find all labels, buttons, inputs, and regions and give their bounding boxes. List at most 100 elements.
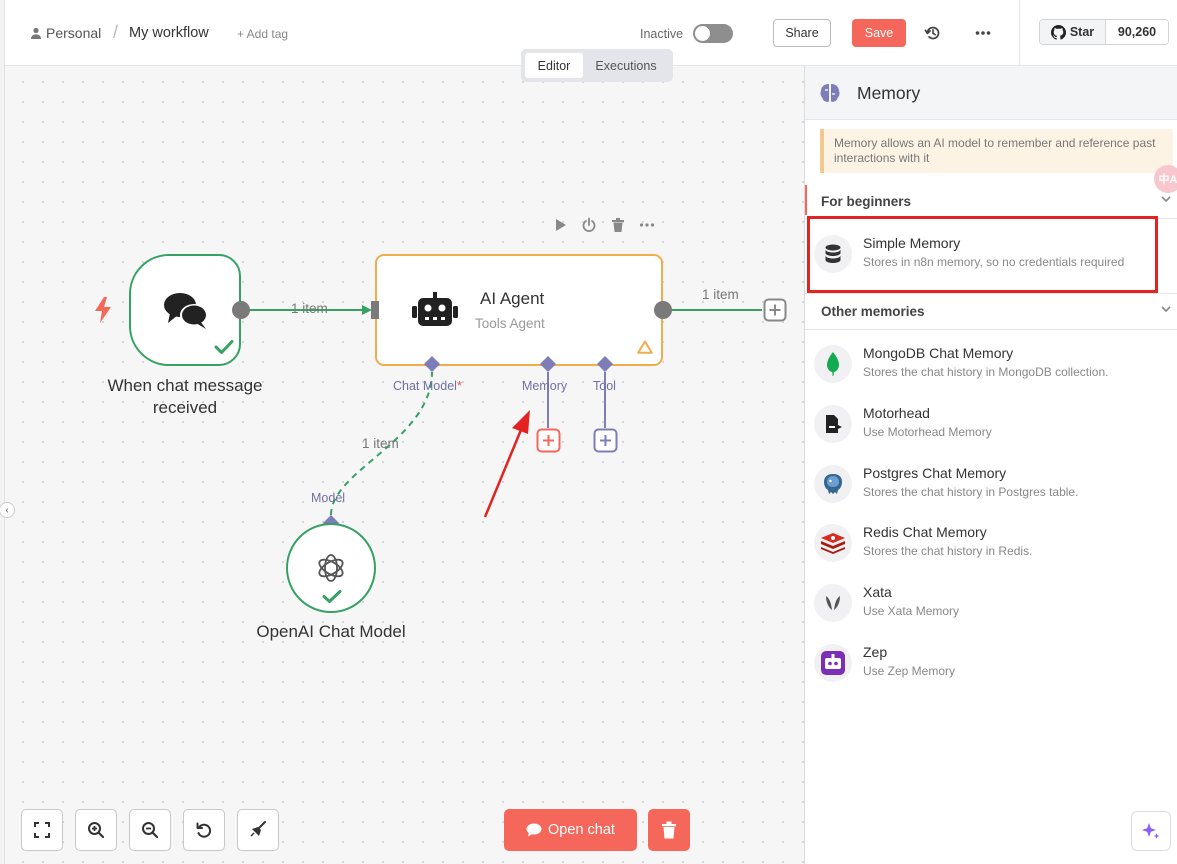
agent-title: AI Agent xyxy=(480,289,545,308)
github-star-group[interactable]: Star 90,260 xyxy=(1039,19,1169,45)
connections-layer xyxy=(241,305,762,518)
power-icon[interactable] xyxy=(581,217,597,233)
annotation-highlight-box xyxy=(807,216,1158,293)
editor-tabs: Editor Executions xyxy=(521,49,673,82)
open-chat-label: Open chat xyxy=(548,822,615,838)
more-options-icon[interactable] xyxy=(975,24,991,42)
redis-icon xyxy=(821,533,845,554)
item-name: Xata xyxy=(863,584,892,600)
add-memory-icon[interactable] xyxy=(536,428,561,453)
item-desc: Stores the chat history in MongoDB colle… xyxy=(863,365,1109,379)
openai-success-check-icon xyxy=(322,590,342,603)
item-desc: Stores the chat history in Postgres tabl… xyxy=(863,485,1079,499)
item-desc: Stores the chat history in Redis. xyxy=(863,544,1033,558)
trash-icon[interactable] xyxy=(610,217,626,233)
port-memory-diamond[interactable] xyxy=(539,355,557,373)
section-accent xyxy=(805,185,807,215)
node-item-motorhead[interactable]: Motorhead Use Motorhead Memory xyxy=(813,399,1173,455)
tidy-up-button[interactable] xyxy=(237,809,279,851)
node-chat-trigger[interactable] xyxy=(129,254,241,366)
item-icon-wrap xyxy=(814,584,852,622)
motorhead-icon xyxy=(826,415,842,433)
port-label-tool: Tool xyxy=(593,379,616,393)
reset-zoom-button[interactable] xyxy=(183,809,225,851)
agent-output-port[interactable] xyxy=(652,299,674,321)
tab-editor[interactable]: Editor xyxy=(525,53,583,78)
zep-icon xyxy=(821,651,845,675)
postgres-icon xyxy=(824,474,842,494)
success-check-icon xyxy=(214,340,234,354)
warning-triangle-icon xyxy=(637,340,653,354)
chevron-down-icon[interactable] xyxy=(1160,194,1172,204)
item-desc: Use Motorhead Memory xyxy=(863,425,992,439)
fullscreen-icon xyxy=(34,822,50,838)
github-star-label: Star xyxy=(1069,25,1095,39)
sparkle-icon xyxy=(1142,823,1160,839)
section-title-other[interactable]: Other memories xyxy=(821,304,925,319)
openai-icon xyxy=(318,554,344,582)
brain-icon xyxy=(820,84,840,102)
agent-subtitle: Tools Agent xyxy=(475,316,545,331)
panel-title: Memory xyxy=(857,83,921,103)
trash-icon xyxy=(662,821,676,839)
zoom-out-icon xyxy=(142,822,159,839)
node-more-icon[interactable] xyxy=(639,217,655,233)
node-item-xata[interactable]: Xata Use Xata Memory xyxy=(813,578,1173,634)
item-icon-wrap xyxy=(814,465,852,503)
edge-label-agent-out: 1 item xyxy=(702,287,739,302)
delete-execution-button[interactable] xyxy=(648,809,690,851)
node-creator-panel: Memory Memory allows an AI model to reme… xyxy=(804,66,1177,864)
zoom-out-button[interactable] xyxy=(129,809,171,851)
port-chat-model-diamond[interactable] xyxy=(423,355,441,373)
github-star-button[interactable]: Star xyxy=(1040,20,1106,44)
node-item-zep[interactable]: Zep Use Zep Memory xyxy=(813,638,1173,694)
openai-node-label: OpenAI Chat Model xyxy=(256,622,406,641)
agent-input-port[interactable] xyxy=(370,300,380,320)
header-divider xyxy=(1019,0,1020,66)
open-chat-button[interactable]: Open chat xyxy=(504,809,637,851)
tab-executions[interactable]: Executions xyxy=(583,53,669,78)
history-icon[interactable] xyxy=(924,24,942,42)
translate-badge[interactable]: 中A xyxy=(1154,165,1177,193)
item-desc: Use Xata Memory xyxy=(863,604,960,618)
edge-label-trigger: 1 item xyxy=(291,301,328,316)
annotation-arrow-line xyxy=(483,424,525,518)
node-ai-agent[interactable] xyxy=(375,254,663,366)
mongodb-icon xyxy=(827,352,839,376)
item-desc: Use Zep Memory xyxy=(863,664,956,678)
item-icon-wrap xyxy=(814,524,852,562)
node-openai-chat-model[interactable] xyxy=(286,523,376,613)
item-name: Motorhead xyxy=(863,405,930,421)
port-label-chat-model: Chat Model* xyxy=(393,379,462,393)
section-title-beginners[interactable]: For beginners xyxy=(821,194,911,209)
ai-assistant-button[interactable] xyxy=(1131,811,1171,851)
port-label-model: Model xyxy=(311,491,346,505)
item-name: Redis Chat Memory xyxy=(863,524,987,540)
item-icon-wrap xyxy=(814,345,852,383)
github-star-count: 90,260 xyxy=(1106,20,1168,44)
panel-header: Memory xyxy=(805,66,1177,120)
robot-icon xyxy=(412,292,458,326)
node-item-postgres[interactable]: Postgres Chat Memory Stores the chat his… xyxy=(813,459,1173,515)
edge-label-model: 1 item xyxy=(362,436,399,451)
item-name: Zep xyxy=(863,644,888,660)
github-icon xyxy=(1050,24,1066,40)
chevron-down-icon[interactable] xyxy=(1160,304,1172,314)
add-tool-icon[interactable] xyxy=(593,428,618,453)
add-next-node-icon[interactable] xyxy=(763,298,787,322)
node-toolbar xyxy=(552,217,655,233)
zoom-in-button[interactable] xyxy=(75,809,117,851)
port-tool-diamond[interactable] xyxy=(596,355,614,373)
xata-icon xyxy=(826,596,840,610)
undo-icon xyxy=(196,822,212,838)
save-button[interactable]: Save xyxy=(852,19,906,47)
port-chat-model-text: Chat Model xyxy=(393,379,457,393)
annotation-arrow-head xyxy=(512,410,530,434)
trigger-output-port[interactable] xyxy=(230,299,252,321)
node-item-mongodb[interactable]: MongoDB Chat Memory Stores the chat hist… xyxy=(813,339,1173,395)
fit-view-button[interactable] xyxy=(21,809,63,851)
item-name: Postgres Chat Memory xyxy=(863,465,1007,481)
memory-info-callout: Memory allows an AI model to remember an… xyxy=(820,129,1173,173)
play-icon[interactable] xyxy=(552,217,568,233)
node-item-redis[interactable]: Redis Chat Memory Stores the chat histor… xyxy=(813,518,1173,574)
